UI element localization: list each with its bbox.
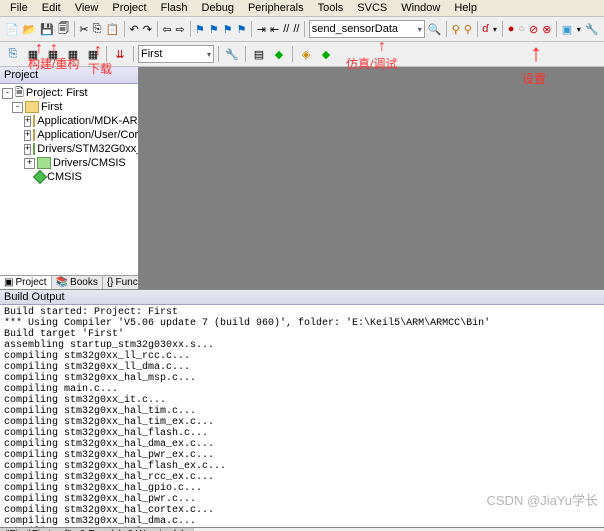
tree-folder[interactable]: +Application/User/Core bbox=[0, 128, 138, 142]
menu-window[interactable]: Window bbox=[395, 1, 446, 15]
build-batch-icon[interactable]: ▦ bbox=[64, 45, 82, 63]
build-icon[interactable]: ▦ bbox=[24, 45, 42, 63]
debug-icon[interactable]: ɗ bbox=[481, 20, 489, 38]
translate-icon[interactable]: ⎘ bbox=[4, 45, 22, 63]
find-combo[interactable]: send_sensorData▾ bbox=[309, 20, 425, 38]
breakpoint-disable-icon[interactable]: ○ bbox=[517, 20, 526, 38]
tree-root[interactable]: -🗎Project: First bbox=[0, 86, 138, 100]
build-output-title: Build Output bbox=[0, 289, 604, 305]
bookmark-next-icon[interactable]: ⚑ bbox=[222, 20, 234, 38]
open-file-icon[interactable]: 📂 bbox=[22, 20, 38, 38]
stop-build-icon[interactable]: ▦ bbox=[84, 45, 102, 63]
find-icon[interactable]: 🔍 bbox=[427, 20, 443, 38]
menu-svcs[interactable]: SVCS bbox=[351, 1, 393, 15]
search-inc-icon[interactable]: ⚲ bbox=[463, 20, 473, 38]
configure-icon[interactable]: 🔧 bbox=[584, 20, 600, 38]
rebuild-icon[interactable]: ▦ bbox=[44, 45, 62, 63]
breakpoint-icon[interactable]: ● bbox=[507, 20, 516, 38]
cut-icon[interactable]: ✂ bbox=[78, 20, 89, 38]
build-toolbar: ⎘ ▦ ▦ ▦ ▦ ⇊ First▾ 🔧 ▤ ◆ ◈ ◆ bbox=[0, 42, 604, 67]
pack-installer-icon[interactable]: ◆ bbox=[317, 45, 335, 63]
comment-icon[interactable]: // bbox=[282, 20, 290, 38]
bookmark-prev-icon[interactable]: ⚑ bbox=[208, 20, 220, 38]
save-all-icon[interactable]: 🗐 bbox=[57, 20, 70, 38]
uncomment-icon[interactable]: // bbox=[292, 20, 300, 38]
tree-folder[interactable]: +Application/MDK-ARM bbox=[0, 114, 138, 128]
outdent-icon[interactable]: ⇤ bbox=[269, 20, 280, 38]
separator bbox=[133, 46, 134, 62]
menu-help[interactable]: Help bbox=[448, 1, 483, 15]
target-combo[interactable]: First▾ bbox=[138, 45, 214, 63]
copy-icon[interactable]: ⎘ bbox=[92, 20, 103, 38]
editor-canvas bbox=[139, 67, 604, 289]
project-tabs: ▣Project 📚Books {}Func... 0Temp... bbox=[0, 275, 138, 289]
tree-folder[interactable]: +Drivers/CMSIS bbox=[0, 156, 138, 170]
menu-debug[interactable]: Debug bbox=[196, 1, 240, 15]
debug-dropdown-icon[interactable]: ▾ bbox=[491, 20, 498, 38]
project-panel-title: Project bbox=[0, 67, 138, 84]
menu-bar: File Edit View Project Flash Debug Perip… bbox=[0, 0, 604, 17]
save-icon[interactable]: 💾 bbox=[39, 20, 55, 38]
project-panel: Project -🗎Project: First -First +Applica… bbox=[0, 67, 139, 289]
nav-fwd-icon[interactable]: ⇨ bbox=[174, 20, 185, 38]
menu-view[interactable]: View bbox=[69, 1, 105, 15]
separator bbox=[292, 46, 293, 62]
menu-edit[interactable]: Edit bbox=[36, 1, 67, 15]
new-file-icon[interactable]: 📄 bbox=[4, 20, 20, 38]
search-project-icon[interactable]: ⚲ bbox=[451, 20, 461, 38]
file-ext-icon[interactable]: ▤ bbox=[250, 45, 268, 63]
tree-leaf[interactable]: CMSIS bbox=[0, 170, 138, 184]
menu-peripherals[interactable]: Peripherals bbox=[242, 1, 310, 15]
nav-back-icon[interactable]: ⇦ bbox=[161, 20, 172, 38]
paste-icon[interactable]: 📋 bbox=[104, 20, 120, 38]
project-tree[interactable]: -🗎Project: First -First +Application/MDK… bbox=[0, 84, 138, 275]
download-icon[interactable]: ⇊ bbox=[111, 45, 129, 63]
separator bbox=[218, 46, 219, 62]
indent-icon[interactable]: ⇥ bbox=[256, 20, 267, 38]
window-icon[interactable]: ▣ bbox=[561, 20, 573, 38]
watermark: CSDN @JiaYu学长 bbox=[487, 490, 598, 509]
standard-toolbar: 📄 📂 💾 🗐 ✂ ⎘ 📋 ↶ ↷ ⇦ ⇨ ⚑ ⚑ ⚑ ⚑ ⇥ ⇤ // // … bbox=[0, 17, 604, 42]
manage-rte-icon[interactable]: ◆ bbox=[270, 45, 288, 63]
tab-project[interactable]: ▣Project bbox=[0, 276, 52, 289]
status-bar: "First\First.axf" - 0 Error(s), 0 Warnin… bbox=[0, 527, 604, 531]
separator bbox=[245, 46, 246, 62]
tree-folder[interactable]: +Drivers/STM32G0xx_HAL_Dri bbox=[0, 142, 138, 156]
tab-books[interactable]: 📚Books bbox=[52, 276, 103, 289]
menu-project[interactable]: Project bbox=[106, 1, 152, 15]
tree-target[interactable]: -First bbox=[0, 100, 138, 114]
target-options-icon[interactable]: 🔧 bbox=[223, 45, 241, 63]
redo-icon[interactable]: ↷ bbox=[142, 20, 153, 38]
separator bbox=[106, 46, 107, 62]
bookmark-icon[interactable]: ⚑ bbox=[194, 20, 206, 38]
menu-flash[interactable]: Flash bbox=[155, 1, 194, 15]
undo-icon[interactable]: ↶ bbox=[128, 20, 139, 38]
books-icon[interactable]: ◈ bbox=[297, 45, 315, 63]
main-area: Project -🗎Project: First -First +Applica… bbox=[0, 67, 604, 289]
bookmark-clear-icon[interactable]: ⚑ bbox=[236, 20, 248, 38]
breakpoint-killall-icon[interactable]: ⊗ bbox=[541, 20, 552, 38]
menu-tools[interactable]: Tools bbox=[312, 1, 350, 15]
window-dropdown-icon[interactable]: ▾ bbox=[575, 20, 582, 38]
menu-file[interactable]: File bbox=[4, 1, 34, 15]
breakpoint-kill-icon[interactable]: ⊘ bbox=[528, 20, 539, 38]
